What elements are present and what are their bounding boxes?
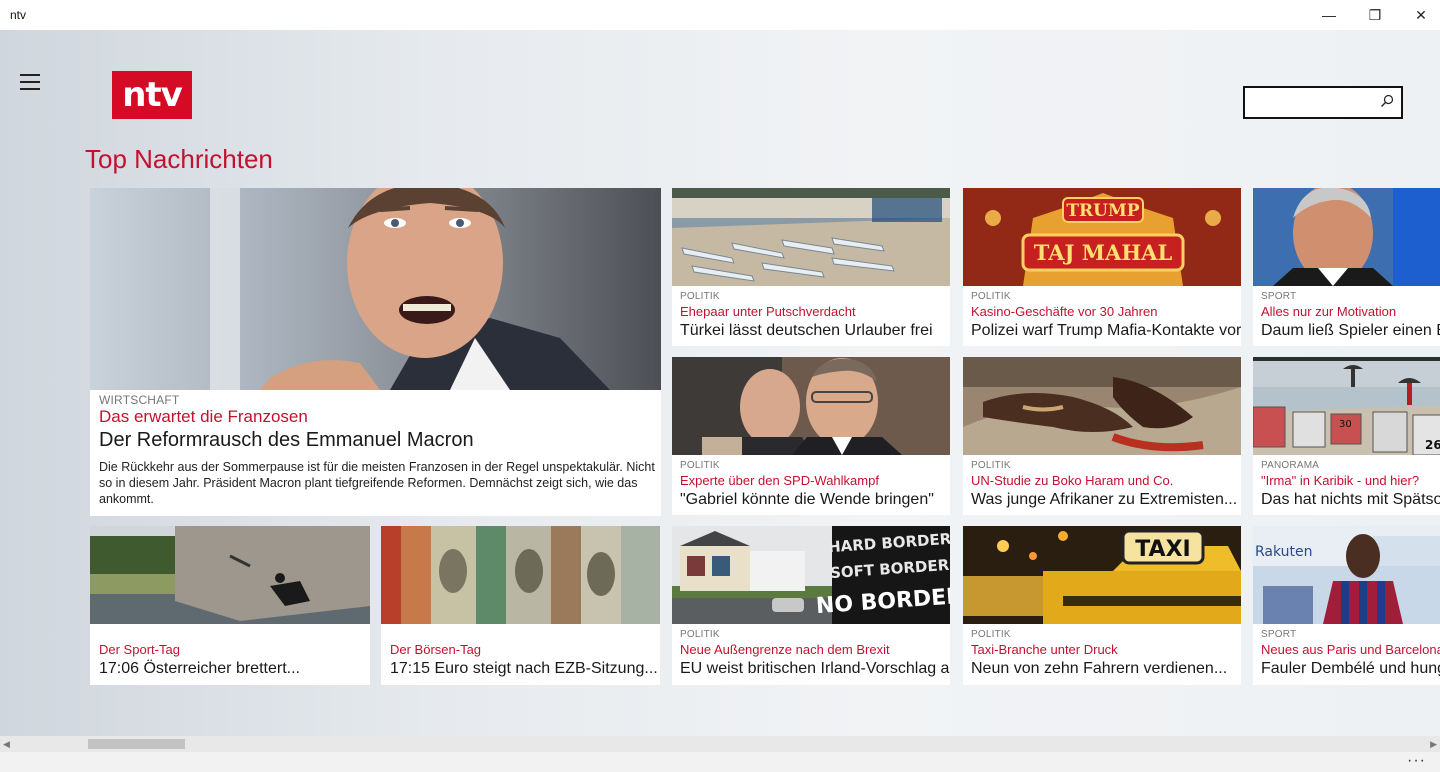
article-card[interactable]: POLITIK Ehepaar unter Putschverdacht Tür…	[672, 188, 950, 346]
article-category: SPORT	[1261, 291, 1297, 302]
search-box[interactable]	[1243, 86, 1403, 119]
gabriel-schulz-photo	[672, 357, 950, 455]
article-headline[interactable]: Türkei lässt deutschen Urlauber frei	[680, 322, 933, 340]
article-headline[interactable]: Neun von zehn Fahrern verdienen...	[971, 660, 1227, 678]
article-headline[interactable]: Daum ließ Spieler einen Bu	[1261, 322, 1440, 340]
article-headline[interactable]: Das hat nichts mit Spätsom	[1261, 491, 1440, 509]
section-title: Top Nachrichten	[85, 144, 273, 174]
article-card[interactable]: TAXI POLITIK Taxi-Branche unter Druck Ne…	[963, 526, 1241, 685]
article-card[interactable]: SPORT Alles nur zur Motivation Daum ließ…	[1253, 188, 1440, 346]
article-kicker[interactable]: UN-Studie zu Boko Haram und Co.	[971, 473, 1173, 488]
article-kicker[interactable]: Experte über den SPD-Wahlkampf	[680, 473, 879, 488]
article-category: POLITIK	[680, 629, 720, 640]
article-card[interactable]: TRUMP TAJ MAHAL POLITIK Kasino-Geschäfte…	[963, 188, 1241, 346]
svg-text:TAXI: TAXI	[1135, 537, 1190, 562]
article-card[interactable]: Der Sport-Tag 17:06 Österreicher bretter…	[90, 526, 370, 685]
dembele-barcelona-photo: Rakuten	[1253, 526, 1440, 624]
article-category: POLITIK	[680, 291, 720, 302]
article-category: WIRTSCHAFT	[99, 393, 180, 407]
article-category: POLITIK	[971, 291, 1011, 302]
taj-mahal-casino-photo: TRUMP TAJ MAHAL	[963, 188, 1241, 286]
article-kicker[interactable]: Neue Außengrenze nach dem Brexit	[680, 642, 890, 657]
article-kicker[interactable]: Taxi-Branche unter Druck	[971, 642, 1118, 657]
article-category: POLITIK	[680, 460, 720, 471]
minimize-button[interactable]: —	[1306, 0, 1352, 30]
article-kicker[interactable]: Kasino-Geschäfte vor 30 Jahren	[971, 304, 1157, 319]
article-card[interactable]: HARD BORDER SOFT BORDER NO BORDER POLITI…	[672, 526, 950, 685]
article-kicker[interactable]: Der Sport-Tag	[99, 642, 180, 657]
article-category: POLITIK	[971, 629, 1011, 640]
article-headline[interactable]: Der Reformrausch des Emmanuel Macron	[99, 429, 474, 452]
article-category: PANORAMA	[1261, 460, 1320, 471]
search-icon[interactable]	[1379, 93, 1395, 109]
ntv-logo: ntv	[112, 71, 192, 119]
daum-portrait-photo	[1253, 188, 1440, 286]
main-content: ntv Top Nachrichten WIRTSCHAFT Das erwar…	[0, 30, 1440, 736]
boko-haram-photo	[963, 357, 1241, 455]
article-headline[interactable]: EU weist britischen Irland-Vorschlag ab	[680, 660, 950, 678]
banknotes-photo	[381, 526, 660, 624]
app-bar: ···	[0, 752, 1440, 772]
close-button[interactable]: ✕	[1398, 0, 1440, 30]
article-kicker[interactable]: Das erwartet die Franzosen	[99, 407, 308, 427]
svg-text:26: 26	[1425, 438, 1440, 452]
scroll-right-icon[interactable]: ▶	[1430, 739, 1437, 750]
svg-text:Rakuten: Rakuten	[1255, 544, 1313, 560]
article-kicker[interactable]: Alles nur zur Motivation	[1261, 304, 1396, 319]
article-headline[interactable]: "Gabriel könnte die Wende bringen"	[680, 491, 934, 509]
article-headline[interactable]: 17:06 Österreicher brettert...	[99, 660, 300, 678]
svg-text:30: 30	[1339, 419, 1352, 430]
horizontal-scrollbar[interactable]: ◀ ▶	[0, 736, 1440, 752]
article-headline[interactable]: Polizei warf Trump Mafia-Kontakte vor	[971, 322, 1241, 340]
title-bar: ntv — ❐ ✕	[0, 0, 1440, 30]
macron-photo	[90, 188, 661, 390]
beach-loungers-photo	[672, 188, 950, 286]
article-card[interactable]: 30 26 PANORAMA "Irma" in Karibik - und h…	[1253, 357, 1440, 515]
article-card[interactable]: POLITIK Experte über den SPD-Wahlkampf "…	[672, 357, 950, 515]
article-category: SPORT	[1261, 629, 1297, 640]
article-card[interactable]: POLITIK UN-Studie zu Boko Haram und Co. …	[963, 357, 1241, 515]
article-summary: Die Rückkehr aus der Sommerpause ist für…	[99, 460, 655, 506]
article-kicker[interactable]: Neues aus Paris und Barcelona	[1261, 642, 1440, 657]
hamburger-menu-icon[interactable]	[20, 74, 44, 92]
beach-chairs-rain-photo: 30 26	[1253, 357, 1440, 455]
scroll-left-icon[interactable]: ◀	[3, 739, 10, 750]
skater-wall-photo	[90, 526, 370, 624]
article-category: POLITIK	[971, 460, 1011, 471]
maximize-button[interactable]: ❐	[1352, 0, 1398, 30]
search-input[interactable]	[1249, 92, 1377, 114]
scrollbar-thumb[interactable]	[88, 739, 185, 749]
more-options-icon[interactable]: ···	[1407, 752, 1426, 770]
article-kicker[interactable]: Ehepaar unter Putschverdacht	[680, 304, 856, 319]
article-headline[interactable]: Fauler Dembélé und hungri	[1261, 660, 1440, 678]
article-kicker[interactable]: "Irma" in Karibik - und hier?	[1261, 473, 1419, 488]
article-kicker[interactable]: Der Börsen-Tag	[390, 642, 481, 657]
window-title: ntv	[10, 8, 27, 22]
hero-article-card[interactable]: WIRTSCHAFT Das erwartet die Franzosen De…	[90, 188, 661, 516]
article-card[interactable]: Rakuten SPORT Neues aus Paris und Barcel…	[1253, 526, 1440, 685]
article-card[interactable]: Der Börsen-Tag 17:15 Euro steigt nach EZ…	[381, 526, 660, 685]
svg-text:TAJ MAHAL: TAJ MAHAL	[1034, 240, 1173, 265]
svg-text:TRUMP: TRUMP	[1066, 201, 1139, 221]
article-headline[interactable]: Was junge Afrikaner zu Extremisten...	[971, 491, 1237, 509]
taxi-sign-photo: TAXI	[963, 526, 1241, 624]
irish-border-photo: HARD BORDER SOFT BORDER NO BORDER	[672, 526, 950, 624]
article-headline[interactable]: 17:15 Euro steigt nach EZB-Sitzung...	[390, 660, 658, 678]
